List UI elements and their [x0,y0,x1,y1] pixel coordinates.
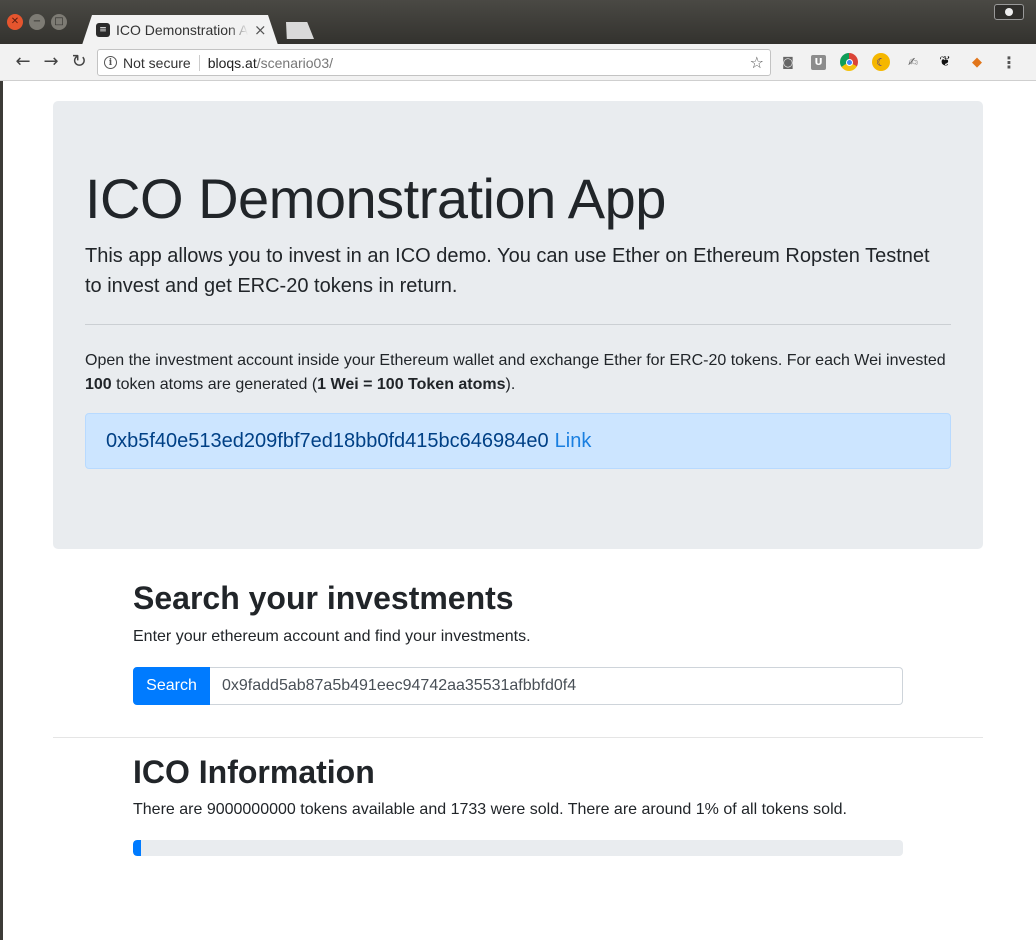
metamask-icon[interactable]: ◆ [968,53,986,71]
window-controls: ✕ − □ [7,14,67,30]
contract-link[interactable]: Link [555,430,592,453]
window-maximize-icon[interactable]: □ [51,14,67,30]
browser-toolbar: ← → ↻ i Not secure bloqs.at/scenario03/ … [0,44,1036,81]
address-bar[interactable]: i Not secure bloqs.at/scenario03/ ☆ [97,49,771,76]
reload-icon[interactable]: ↻ [65,53,93,71]
url-divider [198,54,200,71]
tab-favicon-icon: ≡ [96,23,110,37]
back-arrow-icon[interactable]: ← [9,53,37,71]
info-icon[interactable]: i [104,56,117,69]
search-section-title: Search your investments [133,580,514,616]
conversion-rate: 1 Wei = 100 Token atoms [317,376,506,393]
window-titlebar: ✕ − □ ≡ ICO Demonstration App × [0,0,1036,44]
tab-close-icon[interactable]: × [254,21,267,39]
instructions-text-3: ). [505,376,516,393]
tab-title: ICO Demonstration App [116,22,248,38]
ico-info-title: ICO Information [133,754,375,790]
divider [85,324,951,325]
menu-icon[interactable]: ⋮ [1000,53,1018,72]
tokens-sold-progress [133,840,903,856]
forward-arrow-icon[interactable]: → [37,53,65,71]
page-title: ICO Demonstration App [85,167,666,230]
contract-address: 0xb5f40e513ed209fbf7ed18bb0fd415bc646984… [106,429,549,452]
section-divider [53,737,983,738]
contract-address-alert: 0xb5f40e513ed209fbf7ed18bb0fd415bc646984… [85,413,951,469]
url-path: /scenario03/ [256,54,334,71]
url-host: bloqs.at [207,54,257,71]
window-edge [0,81,3,940]
window-close-icon[interactable]: ✕ [7,14,23,30]
account-search-input[interactable] [210,667,903,705]
camera-icon[interactable]: ◙ [779,53,797,71]
signature-icon[interactable]: ✍ [904,53,922,71]
search-button[interactable]: Search [133,667,210,705]
ico-info-text: There are 9000000000 tokens available an… [133,801,847,818]
progress-bar-fill [133,840,141,856]
chrome-icon[interactable] [840,53,858,71]
window-minimize-icon[interactable]: − [29,14,45,30]
browser-tab[interactable]: ≡ ICO Demonstration App × [82,15,278,45]
search-description: Enter your ethereum account and find you… [133,628,531,645]
lead-text: This app allows you to invest in an ICO … [85,245,930,297]
security-label[interactable]: Not secure [123,55,191,71]
ublock-icon[interactable]: U [811,54,826,70]
extension-icons: ◙ U ☾ ✍ ❦ ◆ ⋮ [779,53,1018,72]
new-tab-button[interactable] [286,22,314,39]
gnome-icon[interactable]: ❦ [936,53,954,71]
search-input-group: Search [133,667,903,705]
instructions-text: Open the investment account inside your … [85,352,946,369]
bookmark-star-icon[interactable]: ☆ [750,53,764,72]
moon-icon[interactable]: ☾ [872,53,890,71]
instructions-text-2: token atoms are generated ( [111,376,318,393]
atoms-per-wei: 100 [85,376,112,393]
investment-instructions: Open the investment account inside your … [85,349,955,397]
profile-icon[interactable] [994,4,1024,20]
